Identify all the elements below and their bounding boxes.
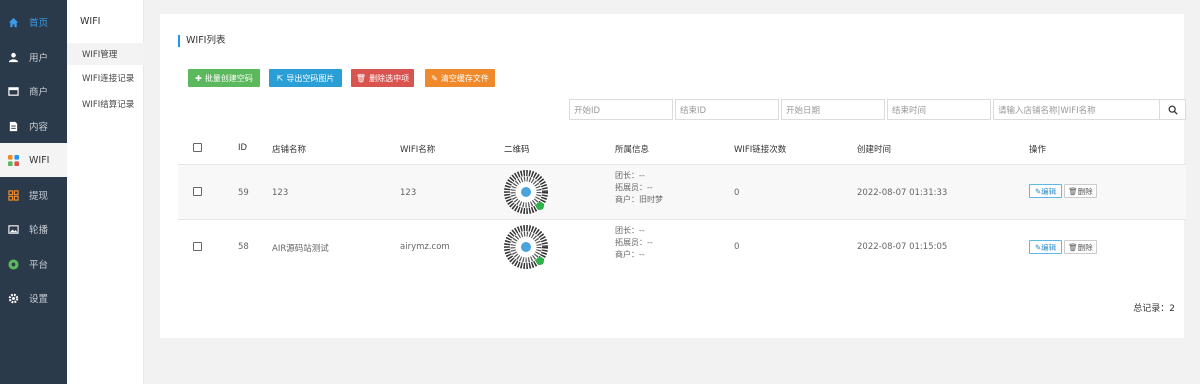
store-icon [8,86,19,97]
delete-selected-button[interactable]: 🗑 删除选中项 [351,69,414,87]
column-header-store-name: 店铺名称 [272,145,307,155]
sidebar-item-carousel[interactable]: 轮播 [0,212,67,246]
sidebar-item-wifi[interactable]: WIFI [0,143,67,177]
row-owner-info: 团长：-- 拓展员：-- 商户：旧时梦 [615,170,663,206]
delete-button[interactable]: 🗑 删除 [1064,240,1097,254]
document-icon [8,121,19,132]
row-owner-info: 团长：-- 拓展员：-- 商户：-- [615,225,653,261]
row-connect-count: 0 [734,188,740,198]
row-store-name: 123 [272,188,289,198]
image-icon [8,224,19,235]
home-icon [8,17,19,28]
gear-icon [8,293,19,304]
wifi-qrcode-image[interactable] [504,225,548,269]
row-divider [178,219,1186,220]
subnav-item-wifi-manage[interactable]: WIFI管理 [67,43,144,65]
end-date-input[interactable]: 结束时间 [887,99,991,120]
panel-title: WIFI列表 [178,35,225,47]
wifi-list-panel: WIFI列表 ✚ 批量创建空码 ⇱ 导出空码图片 🗑 删除选中项 ✎ 清空缓存文… [160,14,1186,338]
column-header-qrcode: 二维码 [504,145,530,155]
row-id: 58 [238,242,249,252]
broom-icon: ✎ [431,73,438,83]
sidebar-item-home[interactable]: 首页 [0,5,67,39]
wifi-qrcode-image[interactable] [504,170,548,214]
plus-icon: ✚ [195,73,202,83]
sidebar-item-label: 内容 [29,122,49,133]
row-created-time: 2022-08-07 01:31:33 [857,188,948,198]
sidebar-item-label: 平台 [29,260,49,271]
row-checkbox[interactable] [193,242,202,251]
info-promoter: 拓展员：-- [615,238,653,247]
sidebar-item-withdraw[interactable]: 提现 [0,178,67,212]
column-header-id: ID [238,143,248,153]
column-header-wifi-name: WIFI名称 [400,145,436,155]
select-all-checkbox[interactable] [193,143,202,152]
wifi-icon [8,154,19,166]
edit-button[interactable]: ✎ 编辑 [1029,184,1062,198]
row-checkbox[interactable] [193,187,202,196]
sub-navigation: WIFI WIFI管理 WIFI连接记录 WIFI结算记录 [67,0,144,384]
user-icon [8,52,19,63]
edit-button[interactable]: ✎ 编辑 [1029,240,1062,254]
sidebar-item-label: 首页 [29,18,49,29]
row-id: 59 [238,188,249,198]
sidebar-item-merchant[interactable]: 商户 [0,74,67,108]
row-connect-count: 0 [734,242,740,252]
info-promoter: 拓展员：-- [615,183,653,192]
column-header-actions: 操作 [1029,145,1047,155]
info-merchant: 商户：-- [615,250,645,259]
export-images-button[interactable]: ⇱ 导出空码图片 [269,69,342,87]
main-sidebar: 首页 用户 商户 内容 WIFI 提现 轮播 平台 设置 [0,0,67,384]
subnav-item-wifi-settle-log[interactable]: WIFI结算记录 [67,93,144,115]
total-records: 总记录：2 [1133,304,1175,314]
delete-button[interactable]: 🗑 删除 [1064,184,1097,198]
sidebar-item-user[interactable]: 用户 [0,40,67,74]
start-date-input[interactable]: 开始日期 [781,99,885,120]
clear-cache-button[interactable]: ✎ 清空缓存文件 [425,69,495,87]
export-icon: ⇱ [276,73,284,83]
row-store-name: AIR源码站测试 [272,244,329,254]
sidebar-item-label: 商户 [29,87,49,98]
info-leader: 团长：-- [615,171,645,180]
trash-icon: 🗑 [1068,242,1078,252]
sidebar-item-label: 设置 [29,294,49,305]
platform-icon [8,258,19,270]
row-wifi-name: 123 [400,188,417,198]
subnav-item-wifi-connect-log[interactable]: WIFI连接记录 [67,67,144,89]
row-created-time: 2022-08-07 01:15:05 [857,242,948,252]
start-id-input[interactable]: 开始ID [569,99,673,120]
info-leader: 团长：-- [615,226,645,235]
sidebar-item-content[interactable]: 内容 [0,109,67,143]
sidebar-item-label: 用户 [29,53,49,64]
column-header-connect-count: WIFI链接次数 [734,145,787,155]
trash-icon: 🗑 [1068,186,1078,196]
sidebar-item-platform[interactable]: 平台 [0,247,67,281]
subnav-title: WIFI [80,16,101,27]
sidebar-item-label: 提现 [29,191,49,202]
column-header-created-time: 创建时间 [857,145,892,155]
column-header-owner-info: 所属信息 [615,145,650,155]
sidebar-item-label: 轮播 [29,225,49,236]
sidebar-item-settings[interactable]: 设置 [0,281,67,315]
keyword-search-input[interactable]: 请输入店铺名称|WIFI名称 [993,99,1160,120]
info-merchant: 商户：旧时梦 [615,195,663,204]
grid-icon [8,189,19,201]
end-id-input[interactable]: 结束ID [675,99,779,120]
search-button[interactable] [1159,99,1186,120]
batch-create-button[interactable]: ✚ 批量创建空码 [188,69,260,87]
row-wifi-name: airymz.com [400,242,450,252]
search-icon [1168,105,1178,115]
trash-icon: 🗑 [355,73,367,83]
sidebar-item-label: WIFI [29,154,50,166]
